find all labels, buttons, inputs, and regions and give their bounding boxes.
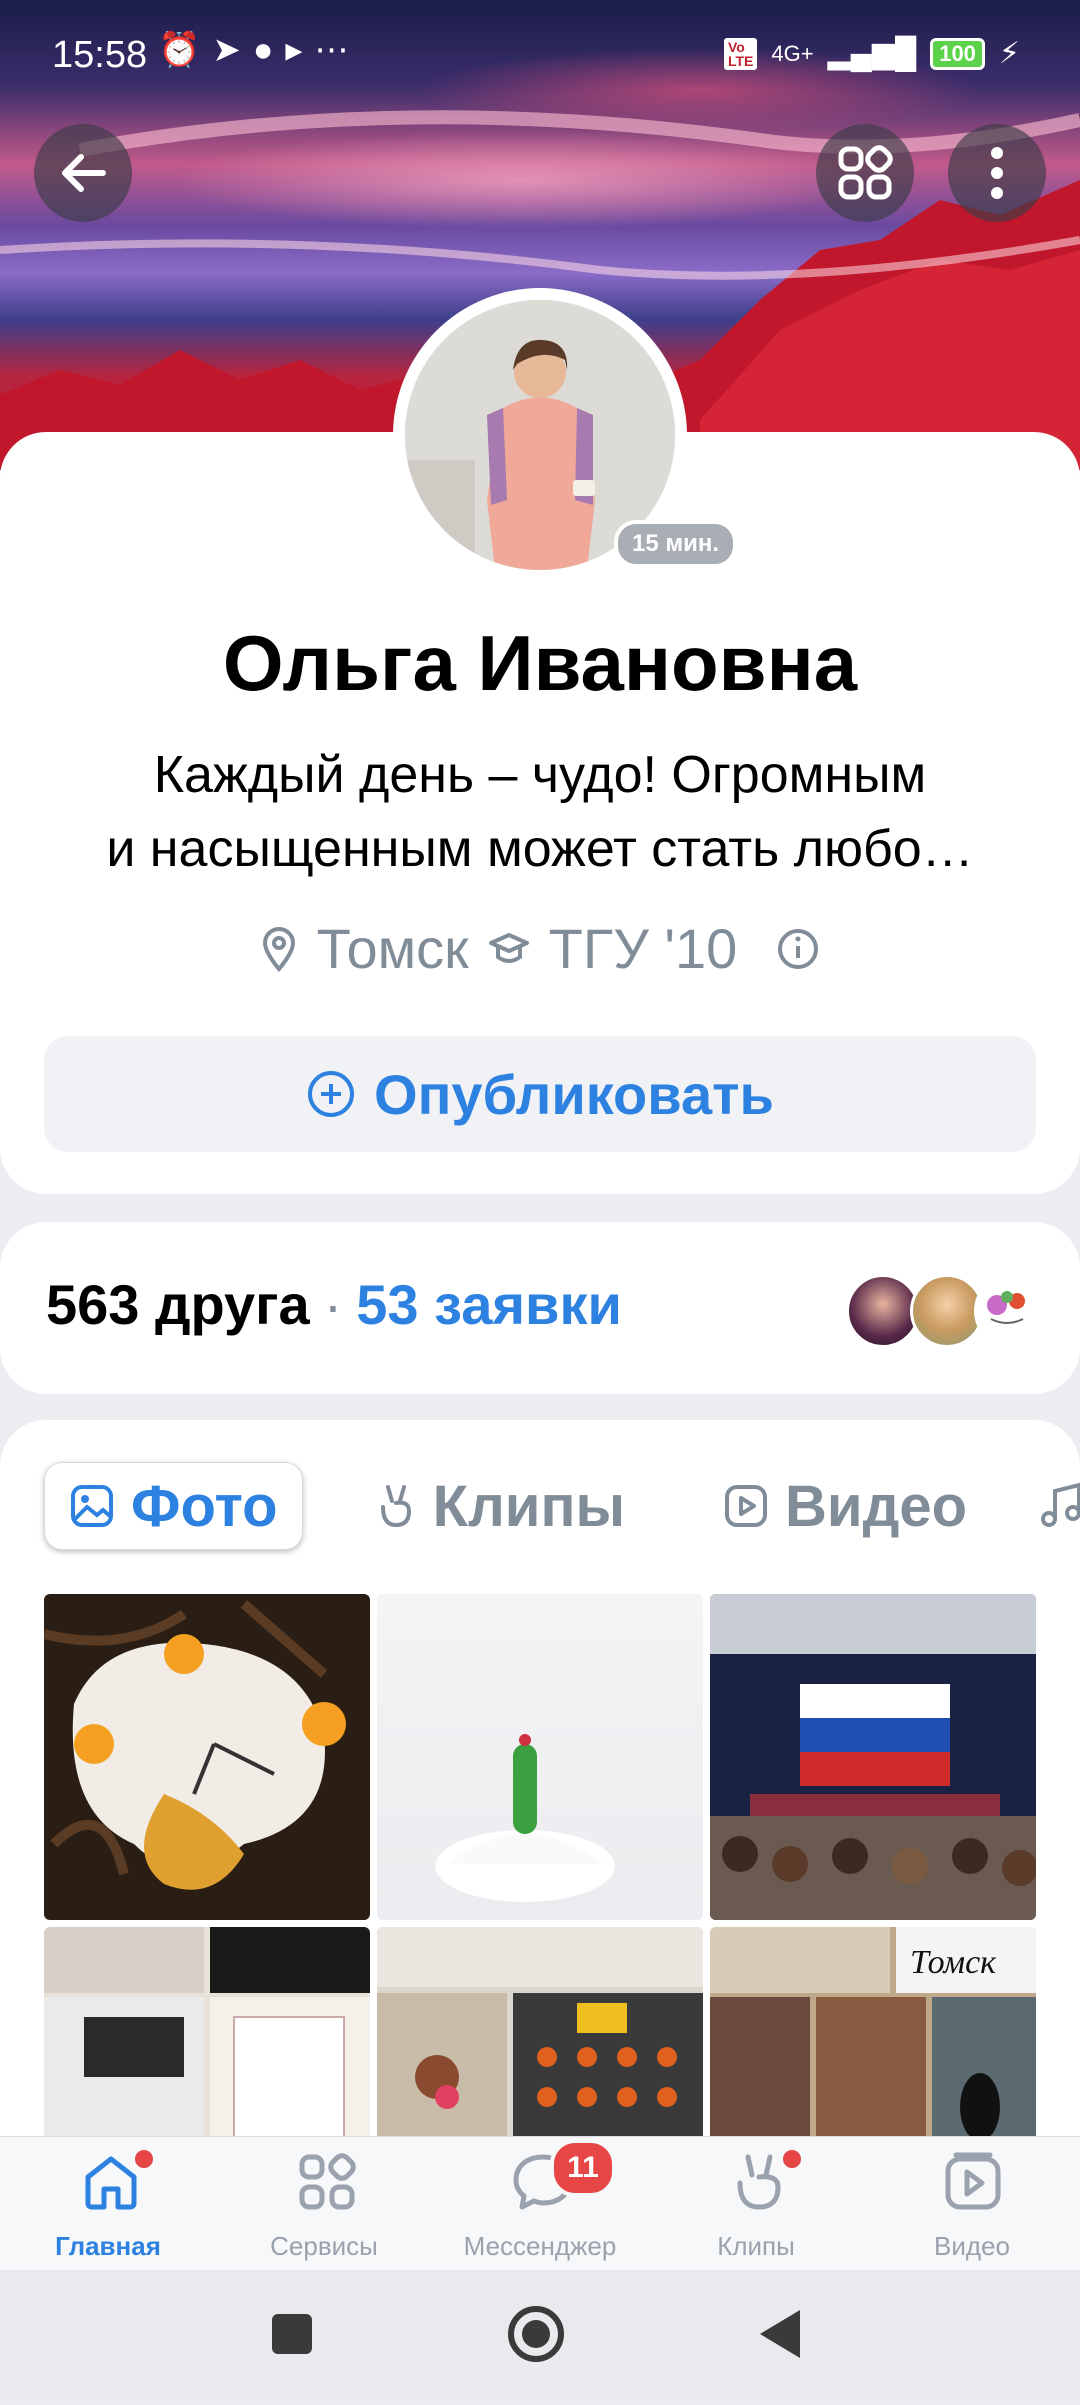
nav-clips-label: Клипы <box>717 2231 795 2261</box>
home-system-button[interactable] <box>508 2306 564 2362</box>
media-card: Фото Клипы Видео Томск <box>0 1420 1080 2140</box>
more-button[interactable] <box>948 124 1046 222</box>
photo-thumbnail[interactable] <box>44 1594 370 1920</box>
photo-thumbnail[interactable] <box>44 1927 370 2140</box>
arrow-left-icon <box>62 154 106 192</box>
photo-icon <box>71 1485 113 1527</box>
nav-video-label: Видео <box>934 2231 1010 2261</box>
info-icon <box>778 928 819 969</box>
friends-card[interactable]: 563 друга · 53 заявки <box>0 1222 1080 1394</box>
volte-icon: Vo LTE <box>723 37 758 70</box>
recent-apps-button[interactable] <box>272 2314 312 2354</box>
more-vertical-icon <box>991 147 1003 199</box>
tab-video-label: Видео <box>785 1473 968 1539</box>
friends-count[interactable]: 563 друга <box>46 1273 310 1336</box>
tab-photo-label: Фото <box>131 1473 278 1539</box>
video-icon <box>945 2152 1001 2210</box>
clips-notification-dot <box>780 2147 804 2171</box>
nav-messenger[interactable]: 11 Мессенджер <box>432 2137 648 2271</box>
profile-university: ТГУ '10 <box>548 917 738 980</box>
publish-label: Опубликовать <box>374 1062 774 1126</box>
tab-clips[interactable]: Клипы <box>349 1463 651 1549</box>
status-line-2: и насыщенным может стать любо… <box>106 820 974 878</box>
friend-avatar-3[interactable] <box>974 1274 1048 1348</box>
status-bar: 15:58 ⏰➤●▸⋯ Vo LTE 4G+ ▂▄▆█ 100 ⚡ <box>0 0 1080 110</box>
education-cap-icon <box>488 932 529 963</box>
grid-icon <box>838 145 893 200</box>
nav-home-label: Главная <box>55 2231 161 2261</box>
nav-clips[interactable]: Клипы <box>648 2137 864 2271</box>
nav-messenger-label: Мессенджер <box>463 2231 617 2261</box>
friend-avatar-1[interactable] <box>846 1274 920 1348</box>
profile-city: Томск <box>316 917 469 980</box>
profile-status[interactable]: Каждый день – чудо! Огромным и насыщенны… <box>40 738 1040 886</box>
battery-icon: 100 <box>930 37 985 70</box>
photo-thumbnail[interactable] <box>710 1594 1036 1920</box>
photo-thumbnail[interactable] <box>377 1927 703 2140</box>
back-button[interactable] <box>34 124 132 222</box>
nav-services[interactable]: Сервисы <box>216 2137 432 2271</box>
nav-services-label: Сервисы <box>270 2231 378 2261</box>
music-icon <box>1041 1482 1080 1527</box>
tab-music[interactable] <box>1039 1463 1080 1549</box>
tab-video[interactable]: Видео <box>697 1463 993 1549</box>
friend-requests-link[interactable]: 53 заявки <box>356 1273 622 1336</box>
status-line-1: Каждый день – чудо! Огромным <box>153 746 927 804</box>
separator-dot: · <box>323 1273 343 1336</box>
plus-circle-icon <box>308 1071 355 1117</box>
back-system-button[interactable] <box>760 2310 800 2358</box>
bottom-navigation: Главная Сервисы 11 Мессенджер Клипы Виде… <box>0 2136 1080 2271</box>
profile-info-row[interactable]: Томск ТГУ '10 <box>0 916 1080 981</box>
services-icon <box>299 2153 356 2210</box>
photo-thumbnail[interactable] <box>377 1594 703 1920</box>
photo-thumbnail[interactable]: Томск <box>710 1927 1036 2140</box>
svg-text:Томск: Томск <box>910 1944 997 1981</box>
publish-button[interactable]: Опубликовать <box>44 1036 1036 1152</box>
video-icon <box>725 1485 768 1527</box>
network-type: 4G+ <box>771 40 814 66</box>
notification-icons: ⏰➤●▸⋯ <box>158 31 361 69</box>
media-tabs: Фото Клипы Видео <box>44 1462 1080 1550</box>
status-right: Vo LTE 4G+ ▂▄▆█ 100 ⚡ <box>723 36 1020 71</box>
home-notification-dot <box>132 2147 156 2171</box>
messenger-unread-badge: 11 <box>550 2139 616 2197</box>
location-pin-icon <box>262 926 295 972</box>
friend-avatar-2[interactable] <box>910 1274 984 1348</box>
status-time: 15:58 <box>52 34 148 76</box>
system-navigation-bar <box>0 2270 1080 2400</box>
tab-clips-label: Клипы <box>432 1473 626 1539</box>
profile-name: Ольга Ивановна <box>222 619 858 707</box>
signal-icon: ▂▄▆█ <box>827 37 917 70</box>
online-time-badge: 15 мин. <box>614 520 738 568</box>
nav-video[interactable]: Видео <box>864 2137 1080 2271</box>
clips-icon <box>380 1485 411 1528</box>
qr-services-button[interactable] <box>816 124 914 222</box>
charging-icon: ⚡ <box>998 37 1020 70</box>
nav-home[interactable]: Главная <box>0 2137 216 2271</box>
friends-summary: 563 друга · 53 заявки <box>46 1272 622 1337</box>
tab-photo[interactable]: Фото <box>44 1462 303 1550</box>
